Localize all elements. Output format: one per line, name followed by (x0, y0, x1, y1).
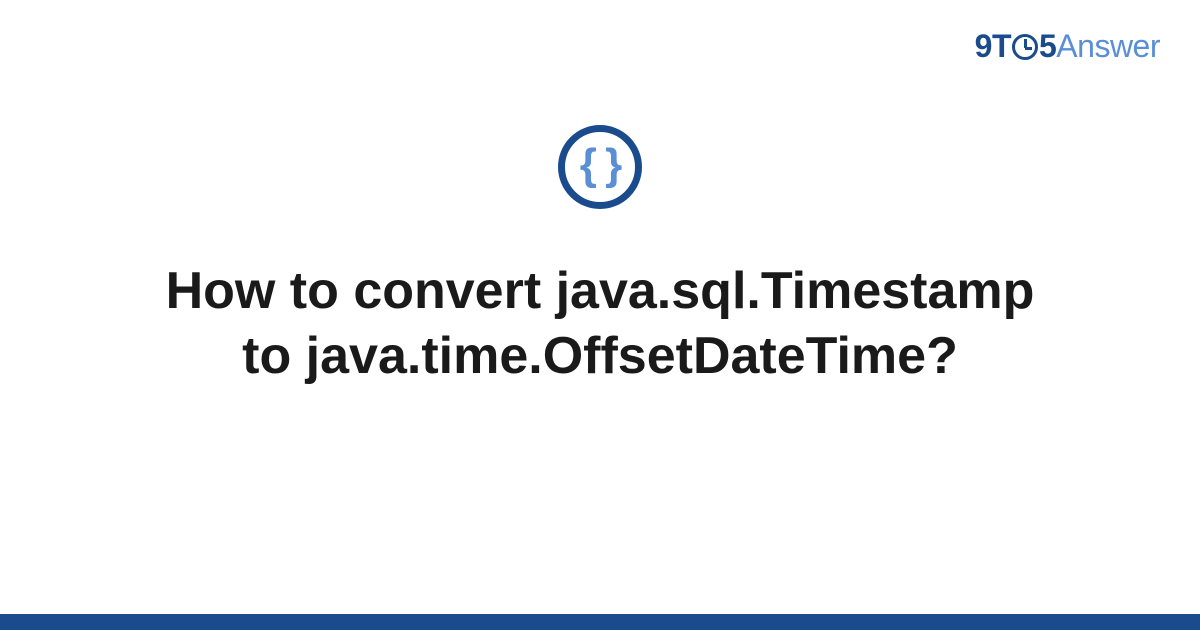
logo-text-answer: Answer (1056, 28, 1160, 64)
bottom-accent-bar (0, 614, 1200, 630)
code-braces-icon: { } (558, 125, 642, 209)
logo-text-5: 5 (1039, 28, 1056, 64)
site-logo: 9T 5Answer (975, 28, 1160, 65)
page-title: How to convert java.sql.Timestamp to jav… (150, 259, 1050, 389)
logo-text-9t: 9T (975, 28, 1011, 64)
braces-glyph: { } (580, 143, 620, 187)
clock-icon (1012, 34, 1038, 60)
main-content: { } How to convert java.sql.Timestamp to… (0, 125, 1200, 389)
